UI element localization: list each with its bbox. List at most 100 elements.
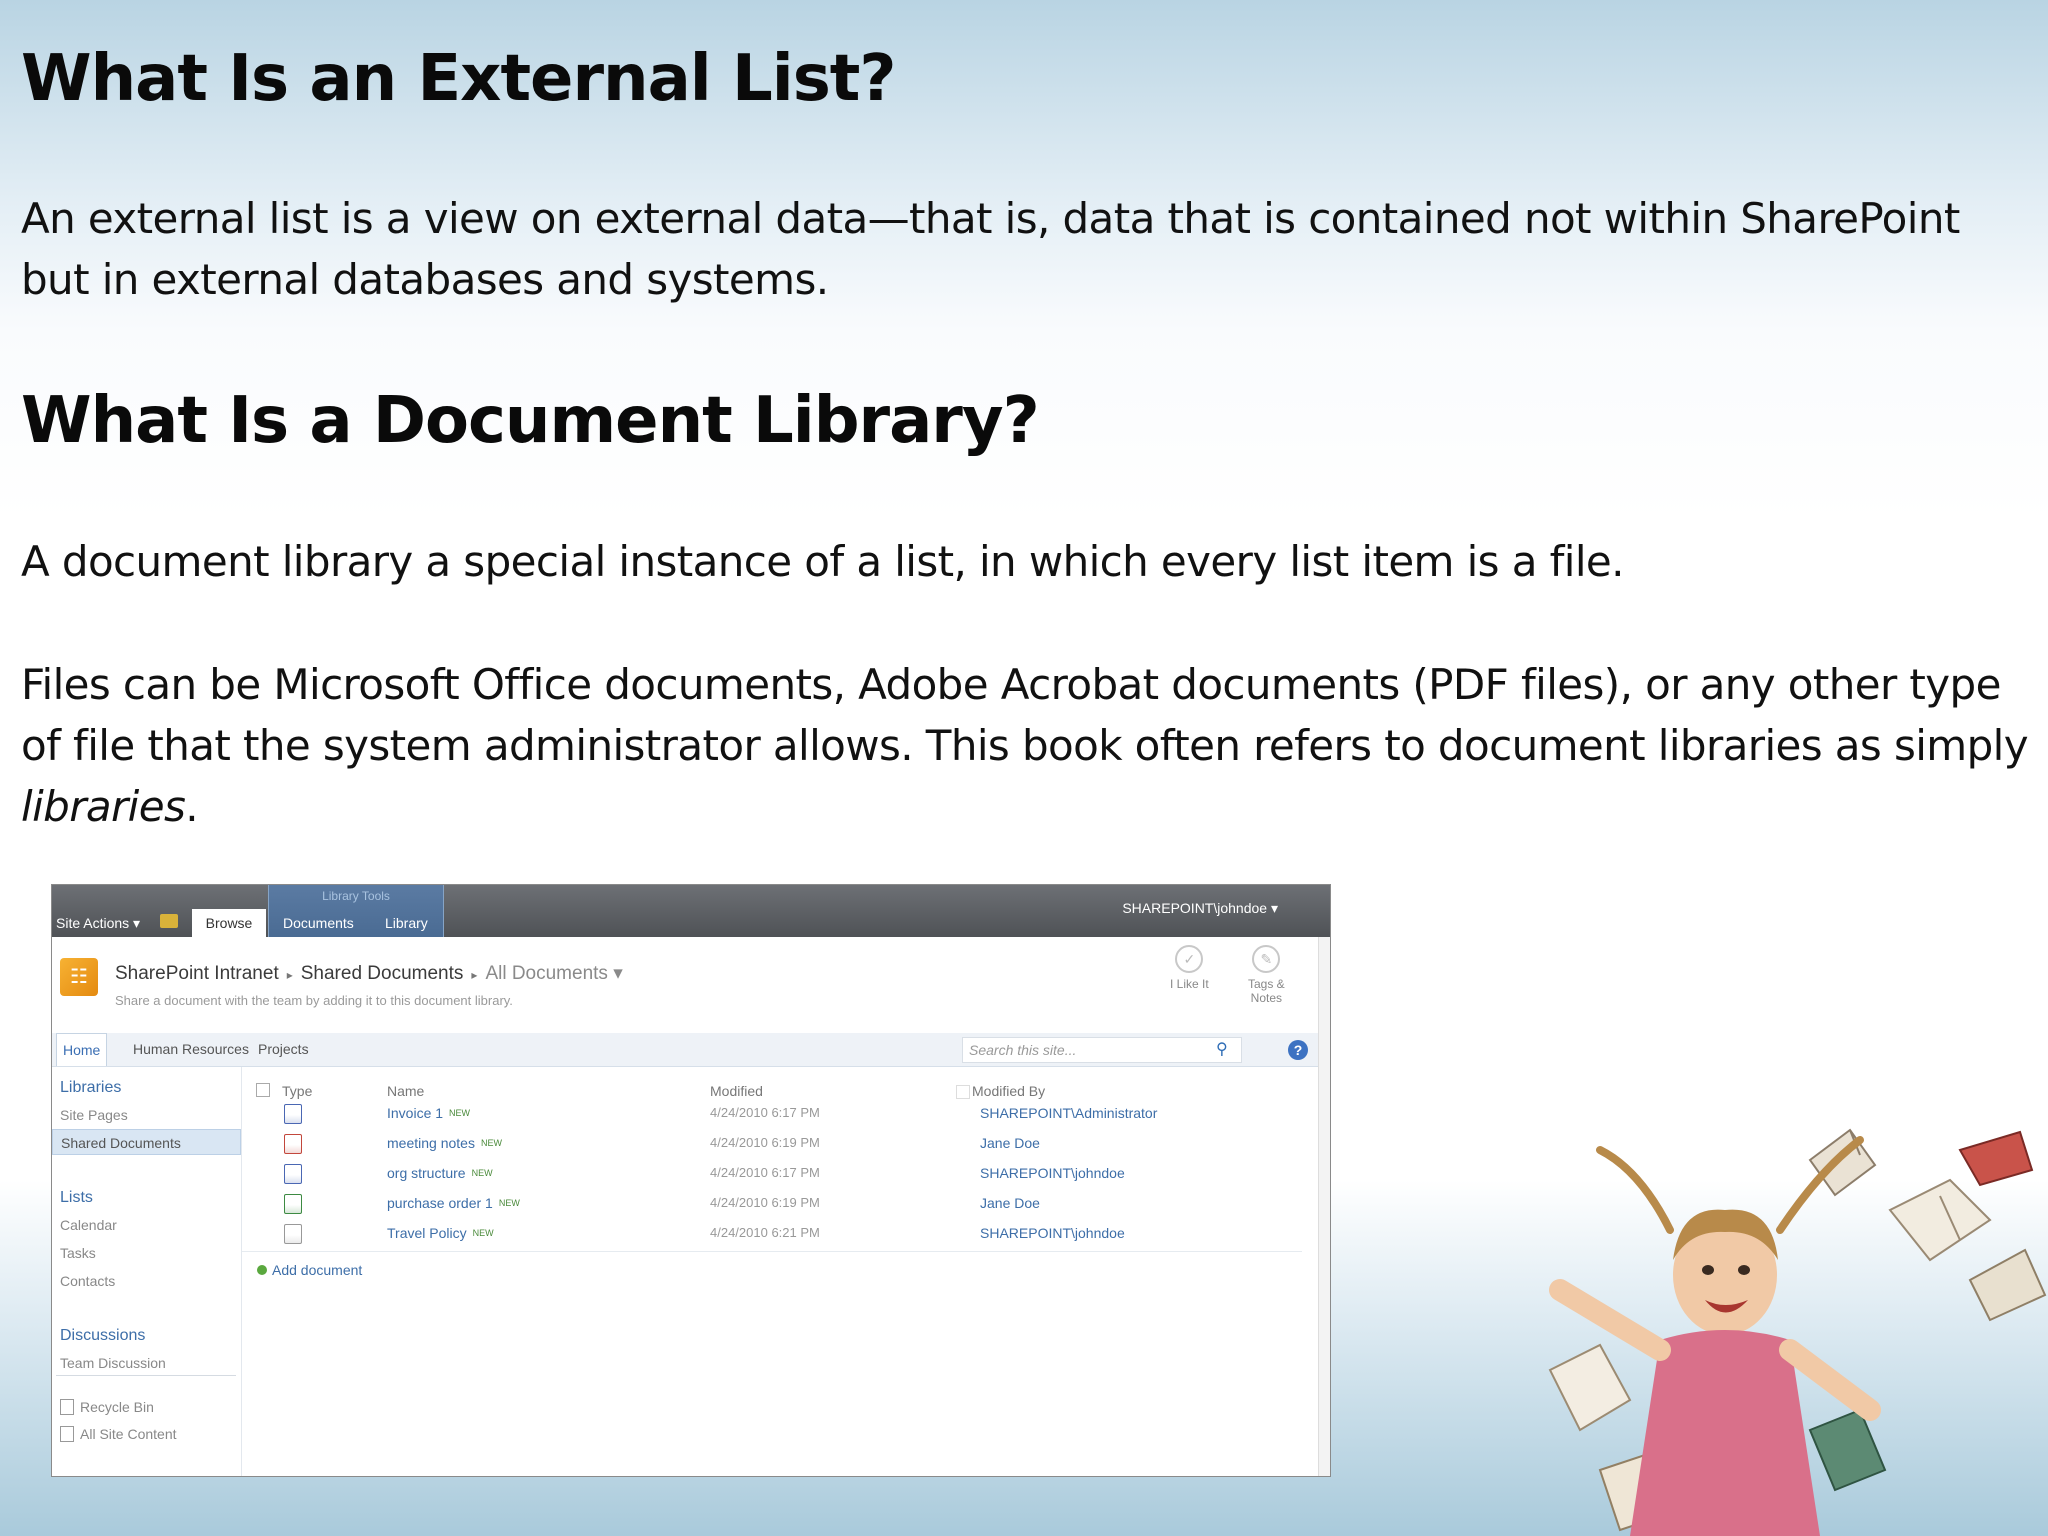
nav-team-discussion[interactable]: Team Discussion — [60, 1355, 166, 1371]
table-row[interactable]: meeting notes NEW 4/24/2010 6:19 PM Jane Do… — [242, 1129, 1320, 1159]
flying-book-icon — [1888, 1178, 1992, 1262]
document-name-text: Invoice 1 — [387, 1105, 444, 1121]
tab-browse[interactable]: Browse — [192, 909, 266, 937]
recycle-bin-icon — [60, 1399, 74, 1415]
nav-tasks[interactable]: Tasks — [60, 1245, 96, 1261]
document-name-text: Travel Policy — [387, 1225, 467, 1241]
new-badge: NEW — [449, 1108, 471, 1118]
site-actions-menu[interactable]: Site Actions ▾ — [56, 915, 140, 932]
paragraph-document-library: A document library a special instance of… — [21, 537, 1625, 586]
sharepoint-screenshot: Site Actions ▾ Browse Library Tools Docu… — [51, 884, 1331, 1477]
nav-libraries[interactable]: Libraries — [60, 1079, 121, 1097]
search-input[interactable]: Search this site... — [962, 1037, 1242, 1063]
nav-projects[interactable]: Projects — [252, 1033, 315, 1066]
document-icon — [284, 1104, 302, 1124]
para3-emphasis: libraries — [21, 782, 186, 831]
nav-contacts[interactable]: Contacts — [60, 1273, 115, 1289]
document-modified: 4/24/2010 6:17 PM — [710, 1105, 820, 1120]
document-modified-by[interactable]: SHAREPOINT\johndoe — [980, 1225, 1125, 1241]
flying-book-icon — [1968, 1248, 2047, 1322]
table-row[interactable]: org structure NEW 4/24/2010 6:17 PM SHAREPO… — [242, 1159, 1320, 1189]
document-modified-by[interactable]: Jane Doe — [980, 1135, 1040, 1151]
column-name[interactable]: Name — [387, 1083, 424, 1099]
document-icon — [284, 1194, 302, 1214]
table-row[interactable]: Invoice 1 NEW 4/24/2010 6:17 PM SHAREPOINT\… — [242, 1099, 1320, 1129]
library-tools-label: Library Tools — [322, 889, 390, 903]
tags-notes-label-1: Tags & — [1248, 977, 1285, 991]
add-document-link[interactable]: Add document — [257, 1262, 362, 1278]
document-modified: 4/24/2010 6:19 PM — [710, 1135, 820, 1150]
document-name-text: org structure — [387, 1165, 466, 1181]
flying-book-icon — [1808, 1408, 1887, 1492]
document-modified: 4/24/2010 6:21 PM — [710, 1225, 820, 1240]
document-icon — [284, 1224, 302, 1244]
folder-icon[interactable] — [160, 914, 178, 928]
document-modified-by[interactable]: SHAREPOINT\johndoe — [980, 1165, 1125, 1181]
tab-documents[interactable]: Documents — [283, 915, 354, 931]
document-modified-by[interactable]: SHAREPOINT\Administrator — [980, 1105, 1157, 1121]
paragraph-external-list: An external list is a view on external d… — [21, 194, 1960, 304]
table-row[interactable]: purchase order 1 NEW 4/24/2010 6:19 PM Jane… — [242, 1189, 1320, 1219]
breadcrumb-site[interactable]: SharePoint Intranet — [115, 963, 279, 984]
column-type[interactable]: Type — [282, 1083, 312, 1099]
heading-external-list: What Is an External List? — [21, 42, 896, 116]
nav-divider — [56, 1375, 236, 1376]
document-name[interactable]: Invoice 1 NEW — [387, 1105, 470, 1121]
nav-human-resources[interactable]: Human Resources — [127, 1033, 255, 1066]
list-divider — [242, 1251, 1302, 1252]
document-modified-by[interactable]: Jane Doe — [980, 1195, 1040, 1211]
tab-library[interactable]: Library — [385, 915, 428, 931]
breadcrumb-view[interactable]: All Documents ▾ — [485, 963, 622, 984]
new-badge: NEW — [480, 1138, 502, 1148]
document-icon — [284, 1134, 302, 1154]
flying-book-icon — [1958, 1130, 2034, 1187]
vertical-scrollbar[interactable] — [1318, 937, 1330, 1476]
select-all-checkbox[interactable] — [256, 1083, 270, 1097]
help-icon[interactable]: ? — [1288, 1040, 1308, 1060]
nav-calendar[interactable]: Calendar — [60, 1217, 117, 1233]
breadcrumb-library[interactable]: Shared Documents — [301, 963, 464, 984]
tags-notes-button[interactable]: ✎ Tags & Notes — [1248, 945, 1285, 1005]
nav-discussions[interactable]: Discussions — [60, 1327, 145, 1345]
user-menu[interactable]: SHAREPOINT\johndoe ▾ — [1122, 900, 1278, 917]
nav-home[interactable]: Home — [56, 1033, 108, 1066]
table-row[interactable]: Travel Policy NEW 4/24/2010 6:21 PM SHAREPO… — [242, 1219, 1320, 1249]
nav-recycle-bin[interactable]: Recycle Bin — [60, 1399, 154, 1415]
column-modified-by-checkbox[interactable] — [956, 1085, 970, 1099]
girl-with-books-illustration — [1548, 1128, 2047, 1536]
column-modified-by[interactable]: Modified By — [972, 1083, 1045, 1099]
site-content-icon — [60, 1426, 74, 1442]
document-name[interactable]: org structure NEW — [387, 1165, 493, 1181]
notes-icon: ✎ — [1252, 945, 1281, 973]
tags-notes-label-2: Notes — [1250, 991, 1283, 1005]
document-name[interactable]: meeting notes NEW — [387, 1135, 502, 1151]
nav-recycle-bin-label: Recycle Bin — [80, 1399, 154, 1415]
top-nav: Home Human Resources Projects Search thi… — [52, 1033, 1320, 1067]
document-name[interactable]: Travel Policy NEW — [387, 1225, 494, 1241]
nav-shared-documents[interactable]: Shared Documents — [52, 1129, 241, 1155]
para3-end: . — [185, 782, 199, 831]
document-icon — [284, 1164, 302, 1184]
add-icon — [257, 1265, 267, 1275]
document-name-text: meeting notes — [387, 1135, 475, 1151]
i-like-it-button[interactable]: ✓ I Like It — [1170, 945, 1209, 991]
ribbon-bar: Site Actions ▾ Browse Library Tools Docu… — [52, 885, 1330, 937]
chevron-right-icon: ▸ — [286, 968, 293, 982]
nav-lists[interactable]: Lists — [60, 1189, 93, 1207]
new-badge: NEW — [471, 1168, 493, 1178]
column-modified[interactable]: Modified — [710, 1083, 763, 1099]
new-badge: NEW — [472, 1228, 494, 1238]
flying-book-icon — [1548, 1343, 1632, 1432]
new-badge: NEW — [498, 1198, 520, 1208]
chevron-right-icon: ▸ — [471, 968, 478, 982]
nav-all-site-content[interactable]: All Site Content — [60, 1426, 177, 1442]
library-tools-group: Library Tools Documents Library — [268, 885, 444, 937]
search-icon[interactable]: ⚲ — [1216, 1039, 1228, 1059]
heading-document-library: What Is a Document Library? — [21, 384, 1040, 458]
nav-site-pages[interactable]: Site Pages — [60, 1107, 128, 1123]
tag-icon: ✓ — [1175, 945, 1204, 973]
document-name[interactable]: purchase order 1 NEW — [387, 1195, 520, 1211]
site-logo-icon: ☷ — [60, 958, 98, 996]
document-modified: 4/24/2010 6:19 PM — [710, 1195, 820, 1210]
title-area: ☷ SharePoint Intranet ▸ Shared Documents ▸ A… — [52, 937, 1330, 1033]
